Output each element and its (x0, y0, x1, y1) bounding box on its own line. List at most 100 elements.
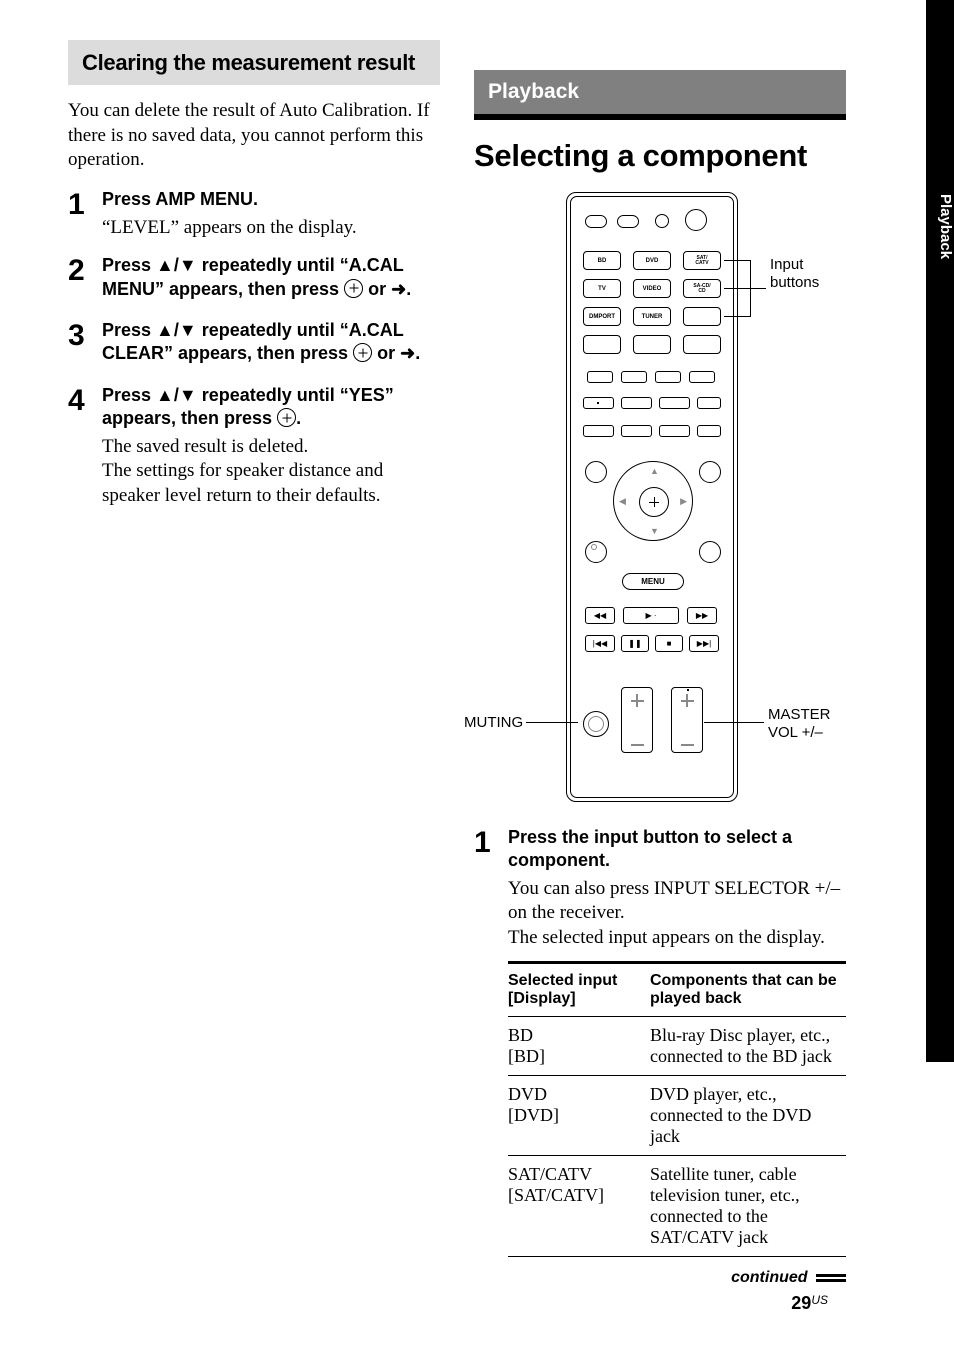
remote-power-button (685, 209, 707, 231)
callout-muting: MUTING (464, 714, 523, 732)
minus-icon (631, 744, 644, 746)
rewind-icon: ◀◀ (585, 607, 615, 624)
left-subheading: Clearing the measurement result (82, 50, 426, 75)
left-steps: 1 Press AMP MENU. “LEVEL” appears on the… (68, 188, 440, 508)
left-subheading-box: Clearing the measurement result (68, 40, 440, 85)
continued-indicator: continued (508, 1269, 846, 1287)
left-step-2: 2 Press ▲/▼ repeatedly until “A.CAL MENU… (68, 254, 440, 305)
table-cell-components: Satellite tuner, cable television tuner,… (650, 1155, 846, 1256)
play-icon: ▶ · (623, 607, 679, 624)
right-arrow-icon: ➜ (400, 343, 415, 363)
remote-input-tv: TV (583, 279, 621, 298)
table-cell-components: DVD player, etc., connected to the DVD j… (650, 1075, 846, 1155)
remote-button (633, 335, 671, 354)
up-down-arrow-icon: ▲/▼ (156, 385, 197, 405)
step-number: 1 (68, 188, 102, 240)
table-cell-input: SAT/CATV [SAT/CATV] (508, 1155, 650, 1256)
stop-icon: ■ (655, 635, 683, 652)
continued-bars-icon (816, 1272, 846, 1284)
step-note: “LEVEL” appears on the display. (102, 216, 440, 241)
step-heading: Press the input button to select a compo… (508, 826, 846, 873)
remote-button (697, 397, 721, 409)
remote-input-dvd: DVD (633, 251, 671, 270)
remote-button (585, 215, 607, 228)
remote-input-satcatv: SAT/ CATV (683, 251, 721, 270)
left-step-4: 4 Press ▲/▼ repeatedly until “YES” appea… (68, 384, 440, 509)
table-cell-input: BD [BD] (508, 1016, 650, 1075)
remote-button (683, 335, 721, 354)
table-row: SAT/CATV [SAT/CATV] Satellite tuner, cab… (508, 1155, 846, 1256)
step-number: 1 (474, 826, 508, 1287)
remote-enter-button (639, 487, 669, 517)
up-down-arrow-icon: ▲/▼ (156, 255, 197, 275)
remote-button (583, 335, 621, 354)
remote-button (587, 371, 613, 383)
remote-channel-toggle (621, 687, 653, 753)
table-header-input: Selected input [Display] (508, 962, 650, 1016)
step-number: 3 (68, 319, 102, 370)
right-column: Playback Selecting a component BD DVD SA… (474, 40, 846, 1301)
remote-button (585, 461, 607, 483)
return-icon (591, 544, 597, 550)
remote-illustration: BD DVD SAT/ CATV TV VIDEO SA-CD/ CD DMPO… (474, 192, 846, 806)
side-black-strip (926, 0, 954, 1062)
remote-button (655, 214, 669, 228)
remote-button (655, 371, 681, 383)
right-arrow-icon: ➜ (391, 279, 406, 299)
remote-button (585, 541, 607, 563)
callout-line (724, 316, 750, 317)
remote-nav-ring: ▲ ▼ ◀ ▶ (613, 461, 693, 541)
remote-button (689, 371, 715, 383)
right-steps: 1 Press the input button to select a com… (474, 826, 846, 1287)
table-cell-input: DVD [DVD] (508, 1075, 650, 1155)
callout-line (724, 288, 750, 289)
up-down-arrow-icon: ▲/▼ (156, 320, 197, 340)
page-number: 29US (791, 1293, 828, 1314)
remote-button (583, 397, 614, 409)
callout-line (526, 722, 578, 723)
enter-button-icon (353, 343, 372, 362)
table-row: BD [BD] Blu-ray Disc player, etc., conne… (508, 1016, 846, 1075)
down-arrow-icon: ▼ (650, 526, 659, 536)
section-black-rule (474, 114, 846, 120)
page-content: Clearing the measurement result You can … (68, 40, 858, 1320)
plus-icon (681, 694, 694, 707)
left-arrow-icon: ◀ (619, 496, 626, 507)
callout-input-buttons: Input buttons (770, 256, 840, 292)
remote-menu-button: MENU (622, 573, 684, 590)
step-number: 4 (68, 384, 102, 509)
left-intro: You can delete the result of Auto Calibr… (68, 99, 440, 172)
dot-icon (597, 402, 599, 404)
remote-button (683, 307, 721, 326)
remote-input-video: VIDEO (633, 279, 671, 298)
enter-button-icon (344, 279, 363, 298)
remote-input-bd: BD (583, 251, 621, 270)
side-tab-playback: Playback (926, 192, 954, 259)
enter-button-icon (277, 408, 296, 427)
minus-icon (681, 744, 694, 746)
remote-button (583, 425, 614, 437)
step-heading: Press ▲/▼ repeatedly until “A.CAL MENU” … (102, 254, 440, 301)
remote-button (621, 425, 652, 437)
callout-master-vol: MASTER VOL +/– (768, 706, 848, 742)
remote-button (617, 215, 639, 228)
right-step-1: 1 Press the input button to select a com… (474, 826, 846, 1287)
page-title: Selecting a component (474, 138, 846, 174)
step-note: You can also press INPUT SELECTOR +/– on… (508, 877, 846, 951)
inputs-table: Selected input [Display] Components that… (508, 961, 846, 1257)
remote-input-sacd: SA-CD/ CD (683, 279, 721, 298)
plus-icon (631, 694, 644, 707)
remote-muting-button (583, 711, 609, 737)
step-heading: Press ▲/▼ repeatedly until “YES” appears… (102, 384, 440, 431)
next-track-icon: ▶▶| (689, 635, 719, 652)
up-arrow-icon: ▲ (650, 466, 659, 476)
table-header-components: Components that can be played back (650, 962, 846, 1016)
remote-button (659, 425, 690, 437)
step-heading: Press AMP MENU. (102, 188, 440, 211)
remote-button (697, 425, 721, 437)
fast-forward-icon: ▶▶ (687, 607, 717, 624)
step-number: 2 (68, 254, 102, 305)
pause-icon: ❚❚ (621, 635, 649, 652)
left-step-1: 1 Press AMP MENU. “LEVEL” appears on the… (68, 188, 440, 240)
continued-text: continued (731, 1269, 807, 1286)
